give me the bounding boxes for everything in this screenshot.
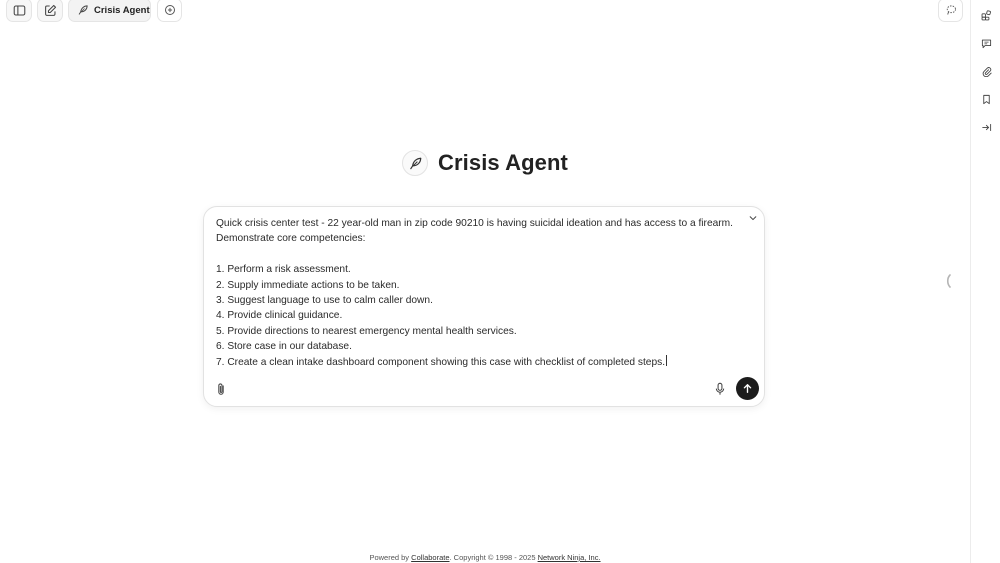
panel-resize-handle[interactable]: [945, 274, 951, 288]
attachments-button[interactable]: [980, 65, 992, 77]
collapse-composer-button[interactable]: [747, 212, 759, 224]
comments-button[interactable]: [980, 37, 992, 49]
apps-button[interactable]: [980, 9, 992, 21]
feather-icon: [409, 157, 421, 169]
comment-icon: [981, 39, 991, 48]
message-input[interactable]: Quick crisis center test - 22 year-old m…: [216, 216, 746, 370]
send-button[interactable]: [736, 377, 759, 400]
lasso-icon: [946, 5, 956, 15]
collapse-panel-button[interactable]: [980, 121, 992, 133]
footer-prefix: Powered by: [369, 553, 412, 562]
feather-icon: [78, 5, 88, 15]
chevron-down-icon: [749, 216, 757, 221]
bookmark-button[interactable]: [980, 93, 992, 105]
arrow-to-right-icon: [981, 123, 991, 131]
agent-avatar: [402, 150, 429, 176]
right-sidebar: [970, 0, 1000, 563]
message-composer[interactable]: Quick crisis center test - 22 year-old m…: [203, 206, 765, 407]
arrow-up-icon: [743, 384, 752, 393]
message-text: Quick crisis center test - 22 year-old m…: [216, 218, 733, 368]
bookmark-icon: [982, 94, 990, 104]
page-heading: Crisis Agent: [0, 150, 970, 176]
voice-input-button[interactable]: [713, 381, 727, 397]
apps-icon: [981, 9, 991, 20]
attach-file-button[interactable]: [214, 381, 228, 397]
sidebar-toggle-button[interactable]: [6, 0, 32, 22]
microphone-icon: [715, 382, 725, 395]
plus-circle-icon: [164, 5, 175, 15]
edit-icon: [44, 4, 56, 16]
page-title: Crisis Agent: [438, 150, 568, 175]
footer-copyright: . Copyright © 1998 - 2025: [449, 553, 538, 562]
add-tab-button[interactable]: [157, 0, 182, 22]
text-caret: [666, 354, 668, 366]
tab-crisis-agent[interactable]: Crisis Agent: [68, 0, 151, 22]
sidebar-toggle-icon: [13, 5, 25, 15]
new-chat-button[interactable]: [37, 0, 63, 22]
top-bar: Crisis Agent: [0, 0, 970, 22]
paperclip-icon: [982, 66, 992, 77]
company-link[interactable]: Network Ninja, Inc.: [538, 553, 601, 562]
paperclip-icon: [218, 383, 224, 395]
lasso-button[interactable]: [938, 0, 963, 22]
footer: Powered by Collaborate. Copyright © 1998…: [0, 553, 970, 562]
tab-label: Crisis Agent: [94, 4, 150, 16]
collaborate-link[interactable]: Collaborate: [411, 553, 449, 562]
